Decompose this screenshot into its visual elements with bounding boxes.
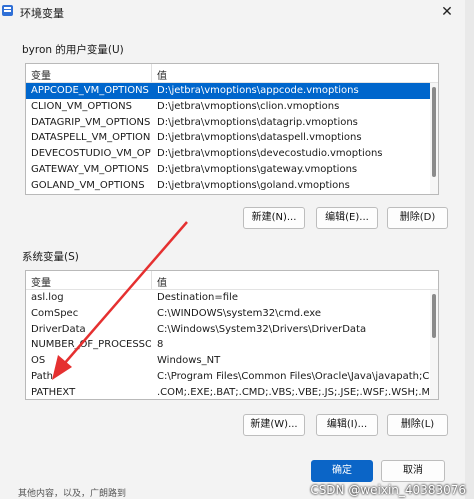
arrow-shaft	[63, 221, 188, 365]
annotation-arrow-icon	[52, 221, 188, 380]
csdn-watermark: CSDN @weixin_40383076	[310, 483, 466, 497]
